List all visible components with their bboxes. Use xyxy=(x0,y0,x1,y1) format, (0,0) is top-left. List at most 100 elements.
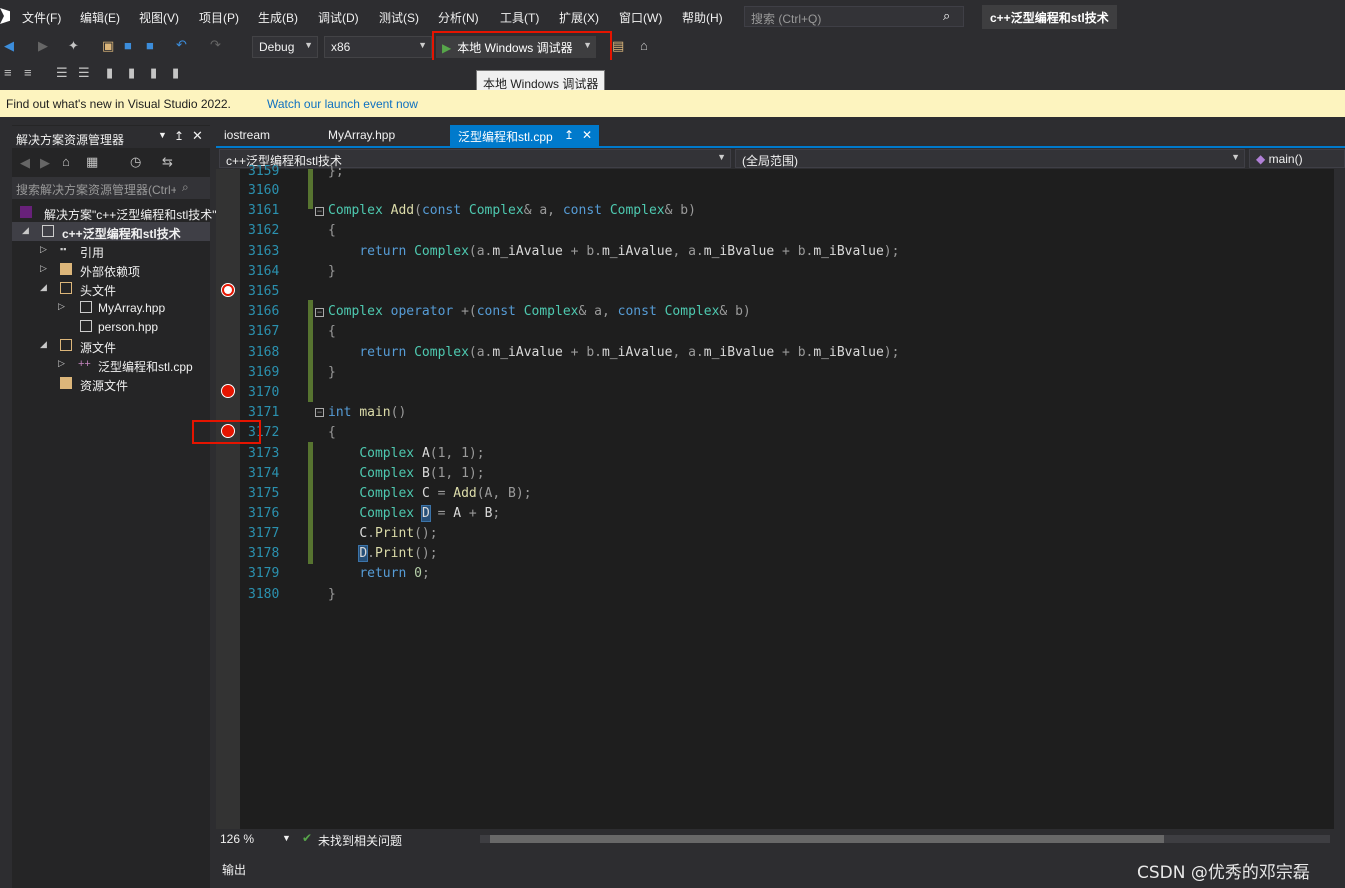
save-icon[interactable]: ■ xyxy=(124,38,132,53)
menu-edit[interactable]: 编辑(E) xyxy=(80,9,120,26)
menu-window[interactable]: 窗口(W) xyxy=(619,9,662,26)
tree-item-resource-files[interactable]: 资源文件 xyxy=(12,374,210,393)
horizontal-scrollbar-thumb[interactable] xyxy=(490,835,1164,843)
type-scope-dropdown[interactable]: (全局范围) ▼ xyxy=(735,149,1245,168)
menu-extensions[interactable]: 扩展(X) xyxy=(559,9,599,26)
tree-item-references[interactable]: ▷ ▪▪ 引用 xyxy=(12,241,210,260)
next-bookmark-icon[interactable]: ▮ xyxy=(150,65,157,81)
menu-build[interactable]: 生成(B) xyxy=(258,9,298,26)
pin-icon[interactable]: ↥ xyxy=(174,129,184,143)
clear-bookmarks-icon[interactable]: ▮ xyxy=(172,65,179,81)
visual-studio-logo-icon[interactable] xyxy=(0,8,10,24)
tab-iostream[interactable]: iostream xyxy=(216,125,278,146)
collapse-icon[interactable]: − xyxy=(315,408,324,417)
zoom-level[interactable]: 126 % xyxy=(220,832,254,846)
tab-myarray[interactable]: MyArray.hpp xyxy=(320,125,403,146)
code-line: }; xyxy=(328,164,344,179)
menu-test[interactable]: 测试(S) xyxy=(379,9,419,26)
tree-item-label: 资源文件 xyxy=(80,379,129,393)
tree-item-myarray[interactable]: ▷ MyArray.hpp xyxy=(12,298,210,317)
chevron-down-icon: ▼ xyxy=(418,40,427,50)
menu-file[interactable]: 文件(F) xyxy=(22,9,61,26)
comment-icon[interactable]: ☰ xyxy=(56,65,68,81)
home-icon[interactable]: ⌂ xyxy=(62,154,70,169)
tree-item-source-files[interactable]: ◢ 源文件 xyxy=(12,336,210,355)
open-file-icon[interactable]: ▣ xyxy=(102,38,114,54)
switch-views-icon[interactable]: ▦ xyxy=(86,154,98,170)
new-project-icon[interactable]: ✦ xyxy=(68,38,79,54)
collapse-icon[interactable]: − xyxy=(315,207,324,216)
collapsed-icon[interactable]: ▷ xyxy=(58,301,65,312)
breakpoint-highlight-box xyxy=(192,420,261,444)
issues-status[interactable]: 未找到相关问题 xyxy=(318,832,402,849)
solution-icon xyxy=(20,206,32,218)
undo-icon[interactable]: ↶ xyxy=(176,37,187,53)
tree-item-project[interactable]: ◢ c++泛型编程和stl技术 xyxy=(12,222,210,241)
forward-icon[interactable]: ▶ xyxy=(40,155,50,171)
collapsed-icon[interactable]: ▷ xyxy=(58,358,65,369)
align-left-icon[interactable]: ≡ xyxy=(4,65,12,80)
pin-icon[interactable]: ↥ xyxy=(564,128,574,142)
history-icon[interactable]: ◷ xyxy=(130,154,141,170)
search-input[interactable]: 搜索 (Ctrl+Q) ⌕ xyxy=(744,6,964,27)
collapsed-icon[interactable]: ▷ xyxy=(40,244,47,255)
close-icon[interactable]: ✕ xyxy=(582,128,592,142)
vertical-scrollbar[interactable] xyxy=(1334,169,1345,829)
redo-icon[interactable]: ↷ xyxy=(210,37,221,53)
expanded-icon[interactable]: ◢ xyxy=(40,282,47,293)
menu-debug[interactable]: 调试(D) xyxy=(318,9,359,26)
platform-dropdown[interactable]: x86 ▼ xyxy=(324,36,432,58)
member-dropdown[interactable]: ◆ main() xyxy=(1249,149,1345,168)
menu-project[interactable]: 项目(P) xyxy=(199,9,239,26)
menu-tools[interactable]: 工具(T) xyxy=(500,9,539,26)
project-scope-dropdown[interactable]: c++泛型编程和stl技术 ▼ xyxy=(219,149,731,168)
breakpoint-margin[interactable] xyxy=(216,169,240,829)
collapse-icon[interactable]: − xyxy=(315,308,324,317)
home-icon[interactable]: ⌂ xyxy=(640,38,648,53)
line-number: 3173 xyxy=(248,446,280,461)
menu-analyze[interactable]: 分析(N) xyxy=(438,9,479,26)
menu-view[interactable]: 视图(V) xyxy=(139,9,179,26)
line-number: 3168 xyxy=(248,345,280,360)
change-indicator xyxy=(308,169,313,209)
check-circle-icon: ✔ xyxy=(302,831,313,845)
close-icon[interactable]: ✕ xyxy=(192,128,203,144)
info-bar-link[interactable]: Watch our launch event now xyxy=(267,97,418,111)
tree-item-external-deps[interactable]: ▷ 外部依赖项 xyxy=(12,260,210,279)
browse-icon[interactable]: ▤ xyxy=(612,38,624,54)
tree-item-solution[interactable]: 解决方案"c++泛型编程和stl技术" xyxy=(12,203,217,222)
save-all-icon[interactable]: ■ xyxy=(146,38,154,53)
bookmark-icon[interactable]: ▮ xyxy=(106,65,113,81)
prev-bookmark-icon[interactable]: ▮ xyxy=(128,65,135,81)
tab-cpp-active[interactable]: 泛型编程和stl.cpp ↥ ✕ xyxy=(450,125,599,146)
forward-icon[interactable]: ▶ xyxy=(38,38,48,54)
breakpoint-icon[interactable] xyxy=(221,384,235,398)
tree-item-header-files[interactable]: ◢ 头文件 xyxy=(12,279,210,298)
line-number: 3176 xyxy=(248,506,280,521)
references-icon: ▪▪ xyxy=(60,244,67,254)
back-icon[interactable]: ◀ xyxy=(20,155,30,171)
breakpoint-disabled-icon[interactable] xyxy=(221,283,235,297)
solution-search-input[interactable]: 搜索解决方案资源管理器(Ctrl+;) ⌕ xyxy=(12,177,210,199)
solution-explorer-header: 解决方案资源管理器 ▼ ↥ ✕ xyxy=(12,126,210,148)
code-line: return Complex(a.m_iAvalue + b.m_iAvalue… xyxy=(359,345,900,360)
tree-item-label: MyArray.hpp xyxy=(98,301,166,315)
sync-icon[interactable]: ⇆ xyxy=(162,154,173,170)
menu-help[interactable]: 帮助(H) xyxy=(682,9,723,26)
chevron-down-icon[interactable]: ▼ xyxy=(158,130,167,140)
tree-item-cpp-file[interactable]: ▷ ++ 泛型编程和stl.cpp xyxy=(12,355,210,374)
tab-label: 泛型编程和stl.cpp xyxy=(458,130,553,144)
back-icon[interactable]: ◀ xyxy=(4,38,14,54)
align-right-icon[interactable]: ≡ xyxy=(24,65,32,80)
uncomment-icon[interactable]: ☰ xyxy=(78,65,90,81)
chevron-down-icon[interactable]: ▼ xyxy=(282,833,291,843)
method-icon: ◆ xyxy=(1256,152,1266,166)
tree-item-person[interactable]: person.hpp xyxy=(12,317,210,336)
project-icon xyxy=(42,225,54,237)
collapsed-icon[interactable]: ▷ xyxy=(40,263,47,274)
expanded-icon[interactable]: ◢ xyxy=(40,339,47,350)
expanded-icon[interactable]: ◢ xyxy=(22,225,29,236)
tree-item-label: 外部依赖项 xyxy=(80,265,141,279)
code-line: { xyxy=(328,425,336,440)
configuration-dropdown[interactable]: Debug ▼ xyxy=(252,36,318,58)
